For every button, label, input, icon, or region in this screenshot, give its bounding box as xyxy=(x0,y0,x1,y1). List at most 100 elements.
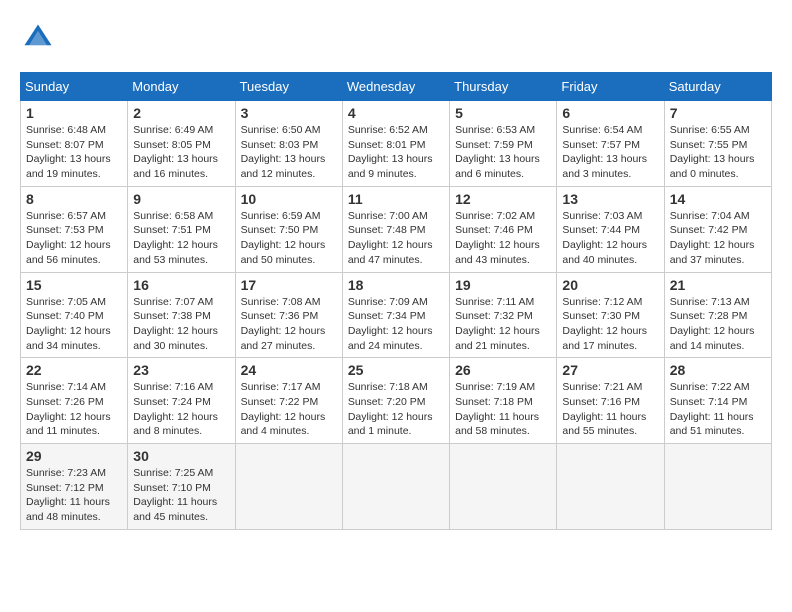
calendar-day-cell: 11 Sunrise: 7:00 AM Sunset: 7:48 PM Dayl… xyxy=(342,186,449,272)
day-info: Sunrise: 7:07 AM Sunset: 7:38 PM Dayligh… xyxy=(133,295,229,354)
calendar-day-header: Friday xyxy=(557,73,664,101)
day-number: 28 xyxy=(670,362,766,378)
day-info: Sunrise: 7:19 AM Sunset: 7:18 PM Dayligh… xyxy=(455,380,551,439)
calendar-day-cell: 1 Sunrise: 6:48 AM Sunset: 8:07 PM Dayli… xyxy=(21,101,128,187)
day-number: 8 xyxy=(26,191,122,207)
day-info: Sunrise: 7:12 AM Sunset: 7:30 PM Dayligh… xyxy=(562,295,658,354)
day-info: Sunrise: 7:18 AM Sunset: 7:20 PM Dayligh… xyxy=(348,380,444,439)
calendar-day-cell: 7 Sunrise: 6:55 AM Sunset: 7:55 PM Dayli… xyxy=(664,101,771,187)
calendar-table: SundayMondayTuesdayWednesdayThursdayFrid… xyxy=(20,72,772,530)
day-info: Sunrise: 7:23 AM Sunset: 7:12 PM Dayligh… xyxy=(26,466,122,525)
day-info: Sunrise: 7:02 AM Sunset: 7:46 PM Dayligh… xyxy=(455,209,551,268)
calendar-day-cell: 23 Sunrise: 7:16 AM Sunset: 7:24 PM Dayl… xyxy=(128,358,235,444)
calendar-day-header: Tuesday xyxy=(235,73,342,101)
calendar-day-cell: 18 Sunrise: 7:09 AM Sunset: 7:34 PM Dayl… xyxy=(342,272,449,358)
calendar-day-cell: 13 Sunrise: 7:03 AM Sunset: 7:44 PM Dayl… xyxy=(557,186,664,272)
calendar-day-cell xyxy=(557,444,664,530)
day-info: Sunrise: 6:57 AM Sunset: 7:53 PM Dayligh… xyxy=(26,209,122,268)
day-number: 5 xyxy=(455,105,551,121)
day-number: 15 xyxy=(26,277,122,293)
day-number: 24 xyxy=(241,362,337,378)
day-number: 29 xyxy=(26,448,122,464)
calendar-day-cell: 2 Sunrise: 6:49 AM Sunset: 8:05 PM Dayli… xyxy=(128,101,235,187)
calendar-week-row: 8 Sunrise: 6:57 AM Sunset: 7:53 PM Dayli… xyxy=(21,186,772,272)
calendar-day-cell xyxy=(235,444,342,530)
day-info: Sunrise: 7:25 AM Sunset: 7:10 PM Dayligh… xyxy=(133,466,229,525)
day-number: 6 xyxy=(562,105,658,121)
calendar-day-cell: 3 Sunrise: 6:50 AM Sunset: 8:03 PM Dayli… xyxy=(235,101,342,187)
day-number: 30 xyxy=(133,448,229,464)
day-info: Sunrise: 6:48 AM Sunset: 8:07 PM Dayligh… xyxy=(26,123,122,182)
day-info: Sunrise: 7:04 AM Sunset: 7:42 PM Dayligh… xyxy=(670,209,766,268)
day-number: 13 xyxy=(562,191,658,207)
day-number: 3 xyxy=(241,105,337,121)
calendar-day-header: Sunday xyxy=(21,73,128,101)
day-info: Sunrise: 7:08 AM Sunset: 7:36 PM Dayligh… xyxy=(241,295,337,354)
day-number: 12 xyxy=(455,191,551,207)
calendar-day-cell: 20 Sunrise: 7:12 AM Sunset: 7:30 PM Dayl… xyxy=(557,272,664,358)
day-number: 18 xyxy=(348,277,444,293)
day-info: Sunrise: 7:00 AM Sunset: 7:48 PM Dayligh… xyxy=(348,209,444,268)
day-number: 4 xyxy=(348,105,444,121)
day-number: 17 xyxy=(241,277,337,293)
calendar-day-cell xyxy=(664,444,771,530)
day-number: 19 xyxy=(455,277,551,293)
calendar-day-cell: 25 Sunrise: 7:18 AM Sunset: 7:20 PM Dayl… xyxy=(342,358,449,444)
calendar-week-row: 15 Sunrise: 7:05 AM Sunset: 7:40 PM Dayl… xyxy=(21,272,772,358)
day-info: Sunrise: 7:21 AM Sunset: 7:16 PM Dayligh… xyxy=(562,380,658,439)
calendar-day-cell: 10 Sunrise: 6:59 AM Sunset: 7:50 PM Dayl… xyxy=(235,186,342,272)
calendar-day-header: Thursday xyxy=(450,73,557,101)
calendar-day-cell: 29 Sunrise: 7:23 AM Sunset: 7:12 PM Dayl… xyxy=(21,444,128,530)
day-info: Sunrise: 7:05 AM Sunset: 7:40 PM Dayligh… xyxy=(26,295,122,354)
calendar-day-cell: 19 Sunrise: 7:11 AM Sunset: 7:32 PM Dayl… xyxy=(450,272,557,358)
calendar-day-cell: 8 Sunrise: 6:57 AM Sunset: 7:53 PM Dayli… xyxy=(21,186,128,272)
calendar-day-cell: 16 Sunrise: 7:07 AM Sunset: 7:38 PM Dayl… xyxy=(128,272,235,358)
day-info: Sunrise: 6:50 AM Sunset: 8:03 PM Dayligh… xyxy=(241,123,337,182)
day-number: 20 xyxy=(562,277,658,293)
calendar-day-cell: 17 Sunrise: 7:08 AM Sunset: 7:36 PM Dayl… xyxy=(235,272,342,358)
day-number: 27 xyxy=(562,362,658,378)
calendar-day-cell: 30 Sunrise: 7:25 AM Sunset: 7:10 PM Dayl… xyxy=(128,444,235,530)
day-info: Sunrise: 7:17 AM Sunset: 7:22 PM Dayligh… xyxy=(241,380,337,439)
calendar-day-cell: 4 Sunrise: 6:52 AM Sunset: 8:01 PM Dayli… xyxy=(342,101,449,187)
day-number: 22 xyxy=(26,362,122,378)
calendar-week-row: 29 Sunrise: 7:23 AM Sunset: 7:12 PM Dayl… xyxy=(21,444,772,530)
calendar-day-cell: 14 Sunrise: 7:04 AM Sunset: 7:42 PM Dayl… xyxy=(664,186,771,272)
calendar-day-header: Wednesday xyxy=(342,73,449,101)
day-number: 16 xyxy=(133,277,229,293)
day-number: 10 xyxy=(241,191,337,207)
calendar-day-cell: 27 Sunrise: 7:21 AM Sunset: 7:16 PM Dayl… xyxy=(557,358,664,444)
day-number: 7 xyxy=(670,105,766,121)
calendar-day-cell: 15 Sunrise: 7:05 AM Sunset: 7:40 PM Dayl… xyxy=(21,272,128,358)
calendar-day-cell: 24 Sunrise: 7:17 AM Sunset: 7:22 PM Dayl… xyxy=(235,358,342,444)
calendar-day-cell: 26 Sunrise: 7:19 AM Sunset: 7:18 PM Dayl… xyxy=(450,358,557,444)
calendar-day-header: Saturday xyxy=(664,73,771,101)
day-info: Sunrise: 7:03 AM Sunset: 7:44 PM Dayligh… xyxy=(562,209,658,268)
day-number: 9 xyxy=(133,191,229,207)
page-header xyxy=(20,20,772,56)
day-info: Sunrise: 6:49 AM Sunset: 8:05 PM Dayligh… xyxy=(133,123,229,182)
day-info: Sunrise: 7:16 AM Sunset: 7:24 PM Dayligh… xyxy=(133,380,229,439)
calendar-day-cell: 5 Sunrise: 6:53 AM Sunset: 7:59 PM Dayli… xyxy=(450,101,557,187)
calendar-day-cell: 9 Sunrise: 6:58 AM Sunset: 7:51 PM Dayli… xyxy=(128,186,235,272)
day-info: Sunrise: 7:14 AM Sunset: 7:26 PM Dayligh… xyxy=(26,380,122,439)
calendar-week-row: 22 Sunrise: 7:14 AM Sunset: 7:26 PM Dayl… xyxy=(21,358,772,444)
calendar-day-cell: 22 Sunrise: 7:14 AM Sunset: 7:26 PM Dayl… xyxy=(21,358,128,444)
calendar-day-cell: 6 Sunrise: 6:54 AM Sunset: 7:57 PM Dayli… xyxy=(557,101,664,187)
day-number: 14 xyxy=(670,191,766,207)
day-info: Sunrise: 6:52 AM Sunset: 8:01 PM Dayligh… xyxy=(348,123,444,182)
day-info: Sunrise: 6:54 AM Sunset: 7:57 PM Dayligh… xyxy=(562,123,658,182)
calendar-day-cell xyxy=(450,444,557,530)
calendar-day-cell xyxy=(342,444,449,530)
day-number: 21 xyxy=(670,277,766,293)
calendar-day-cell: 12 Sunrise: 7:02 AM Sunset: 7:46 PM Dayl… xyxy=(450,186,557,272)
day-number: 2 xyxy=(133,105,229,121)
calendar-header-row: SundayMondayTuesdayWednesdayThursdayFrid… xyxy=(21,73,772,101)
day-info: Sunrise: 6:55 AM Sunset: 7:55 PM Dayligh… xyxy=(670,123,766,182)
day-info: Sunrise: 7:13 AM Sunset: 7:28 PM Dayligh… xyxy=(670,295,766,354)
day-info: Sunrise: 6:53 AM Sunset: 7:59 PM Dayligh… xyxy=(455,123,551,182)
logo xyxy=(20,20,62,56)
day-number: 11 xyxy=(348,191,444,207)
day-number: 25 xyxy=(348,362,444,378)
calendar-day-cell: 21 Sunrise: 7:13 AM Sunset: 7:28 PM Dayl… xyxy=(664,272,771,358)
